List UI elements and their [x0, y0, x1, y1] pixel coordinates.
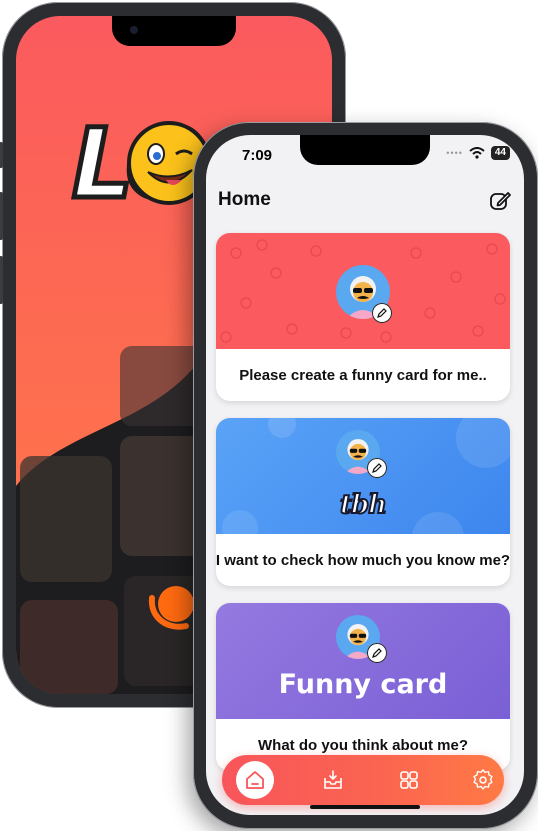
settings-icon — [473, 769, 493, 790]
back-notch — [112, 16, 236, 46]
card-funny-card[interactable]: Funny card What do you think about me? — [216, 603, 510, 771]
home-screen: 7:09 •••• 44 Home Please create a funny … — [206, 135, 524, 815]
inbox-icon — [324, 770, 342, 789]
card-banner: tbh — [216, 418, 510, 534]
bottom-tab-bar — [222, 755, 504, 805]
tab-settings[interactable] — [458, 755, 508, 805]
battery-icon: 44 — [490, 146, 510, 160]
wifi-icon — [469, 147, 485, 159]
pencil-icon[interactable] — [367, 458, 387, 478]
home-indicator — [310, 805, 420, 809]
photo-tile — [20, 456, 112, 582]
tbh-logo-text: tbh — [339, 489, 388, 521]
pencil-icon[interactable] — [367, 643, 387, 663]
card-label: Please create a funny card for me.. — [239, 366, 487, 384]
front-notch — [300, 135, 430, 165]
tab-grid[interactable] — [384, 755, 434, 805]
card-banner: Funny card — [216, 603, 510, 719]
edit-icon[interactable] — [488, 189, 512, 213]
card-funny-request[interactable]: Please create a funny card for me.. — [216, 233, 510, 401]
card-label: I want to check how much you know me? — [216, 551, 510, 569]
volume-down-button — [0, 256, 3, 304]
tab-home[interactable] — [230, 755, 280, 805]
funny-card-title: Funny card — [278, 669, 448, 700]
home-icon — [246, 771, 264, 789]
page-title: Home — [218, 189, 271, 210]
status-time: 7:09 — [242, 147, 273, 164]
card-tbh[interactable]: tbh I want to check how much you know me… — [216, 418, 510, 586]
mute-switch — [0, 142, 3, 168]
pencil-icon[interactable] — [372, 303, 392, 323]
tab-inbox[interactable] — [308, 755, 358, 805]
card-banner — [216, 233, 510, 349]
status-icons: •••• 44 — [446, 146, 510, 160]
volume-up-button — [0, 192, 3, 240]
photo-tile — [20, 600, 118, 694]
front-phone-frame: 7:09 •••• 44 Home Please create a funny … — [193, 122, 538, 829]
grid-icon — [400, 771, 418, 789]
signal-icon: •••• — [446, 148, 463, 158]
